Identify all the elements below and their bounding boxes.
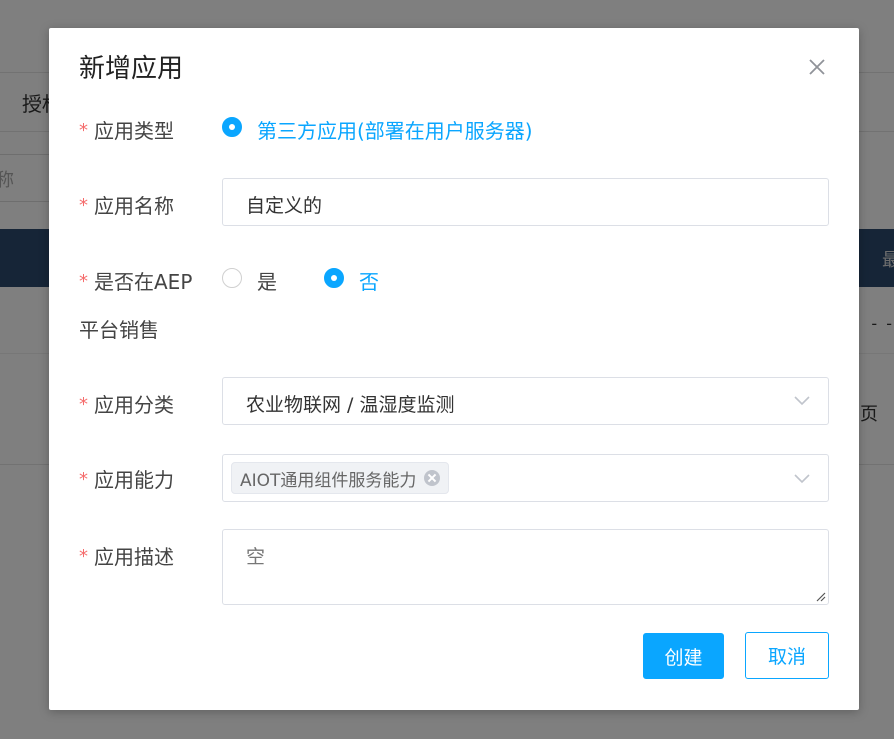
resize-handle-icon[interactable] [814,590,826,602]
app-name-value: 自定义的 [246,195,323,217]
chevron-down-icon [794,396,810,406]
app-name-input[interactable]: 自定义的 [222,178,829,226]
aep-sale-no-label[interactable]: 否 [359,266,379,295]
required-mark: * [79,469,88,490]
app-category-label-text: 应用分类 [94,393,174,417]
app-name-label-text: 应用名称 [94,194,174,218]
app-category-select[interactable]: 农业物联网 / 温湿度监测 [222,377,829,425]
aep-sale-radio-no[interactable] [324,268,344,288]
app-description-textarea[interactable]: 空 [222,529,829,605]
app-category-label: * 应用分类 [79,389,174,418]
app-description-placeholder: 空 [246,546,266,568]
required-mark: * [79,546,88,567]
required-mark: * [79,394,88,415]
capability-tag-label: AIOT通用组件服务能力 [240,470,417,491]
aep-sale-label: * 是否在AEP [79,266,192,295]
app-category-value: 农业物联网 / 温湿度监测 [246,394,455,416]
aep-sale-label-line2: 平台销售 [79,318,159,342]
tag-close-icon[interactable] [424,470,441,486]
aep-sale-radio-yes[interactable] [222,268,242,288]
add-app-dialog: 新增应用 * 应用类型 第三方应用(部署在用户服务器) * 应用名称 自定义的 * 是… [49,28,859,710]
cancel-button[interactable]: 取消 [745,632,829,679]
required-mark: * [79,195,88,216]
create-button[interactable]: 创建 [643,633,724,679]
app-type-option-label[interactable]: 第三方应用(部署在用户服务器) [257,115,533,144]
app-name-label: * 应用名称 [79,190,174,219]
capability-tag: AIOT通用组件服务能力 [231,462,450,494]
aep-sale-yes-label[interactable]: 是 [257,266,277,295]
app-type-label: * 应用类型 [79,115,174,144]
app-type-label-text: 应用类型 [94,119,174,143]
app-capability-label: * 应用能力 [79,464,174,493]
dialog-title: 新增应用 [79,54,184,84]
app-description-label: * 应用描述 [79,541,174,570]
chevron-down-icon [794,474,810,484]
close-icon[interactable] [804,54,830,80]
required-mark: * [79,120,88,141]
app-capability-select[interactable]: AIOT通用组件服务能力 [222,454,829,502]
app-capability-label-text: 应用能力 [94,468,174,492]
app-type-radio-third-party[interactable] [222,117,242,137]
app-description-label-text: 应用描述 [94,545,174,569]
aep-sale-label-line1: 是否在AEP [94,270,193,294]
required-mark: * [79,271,88,292]
